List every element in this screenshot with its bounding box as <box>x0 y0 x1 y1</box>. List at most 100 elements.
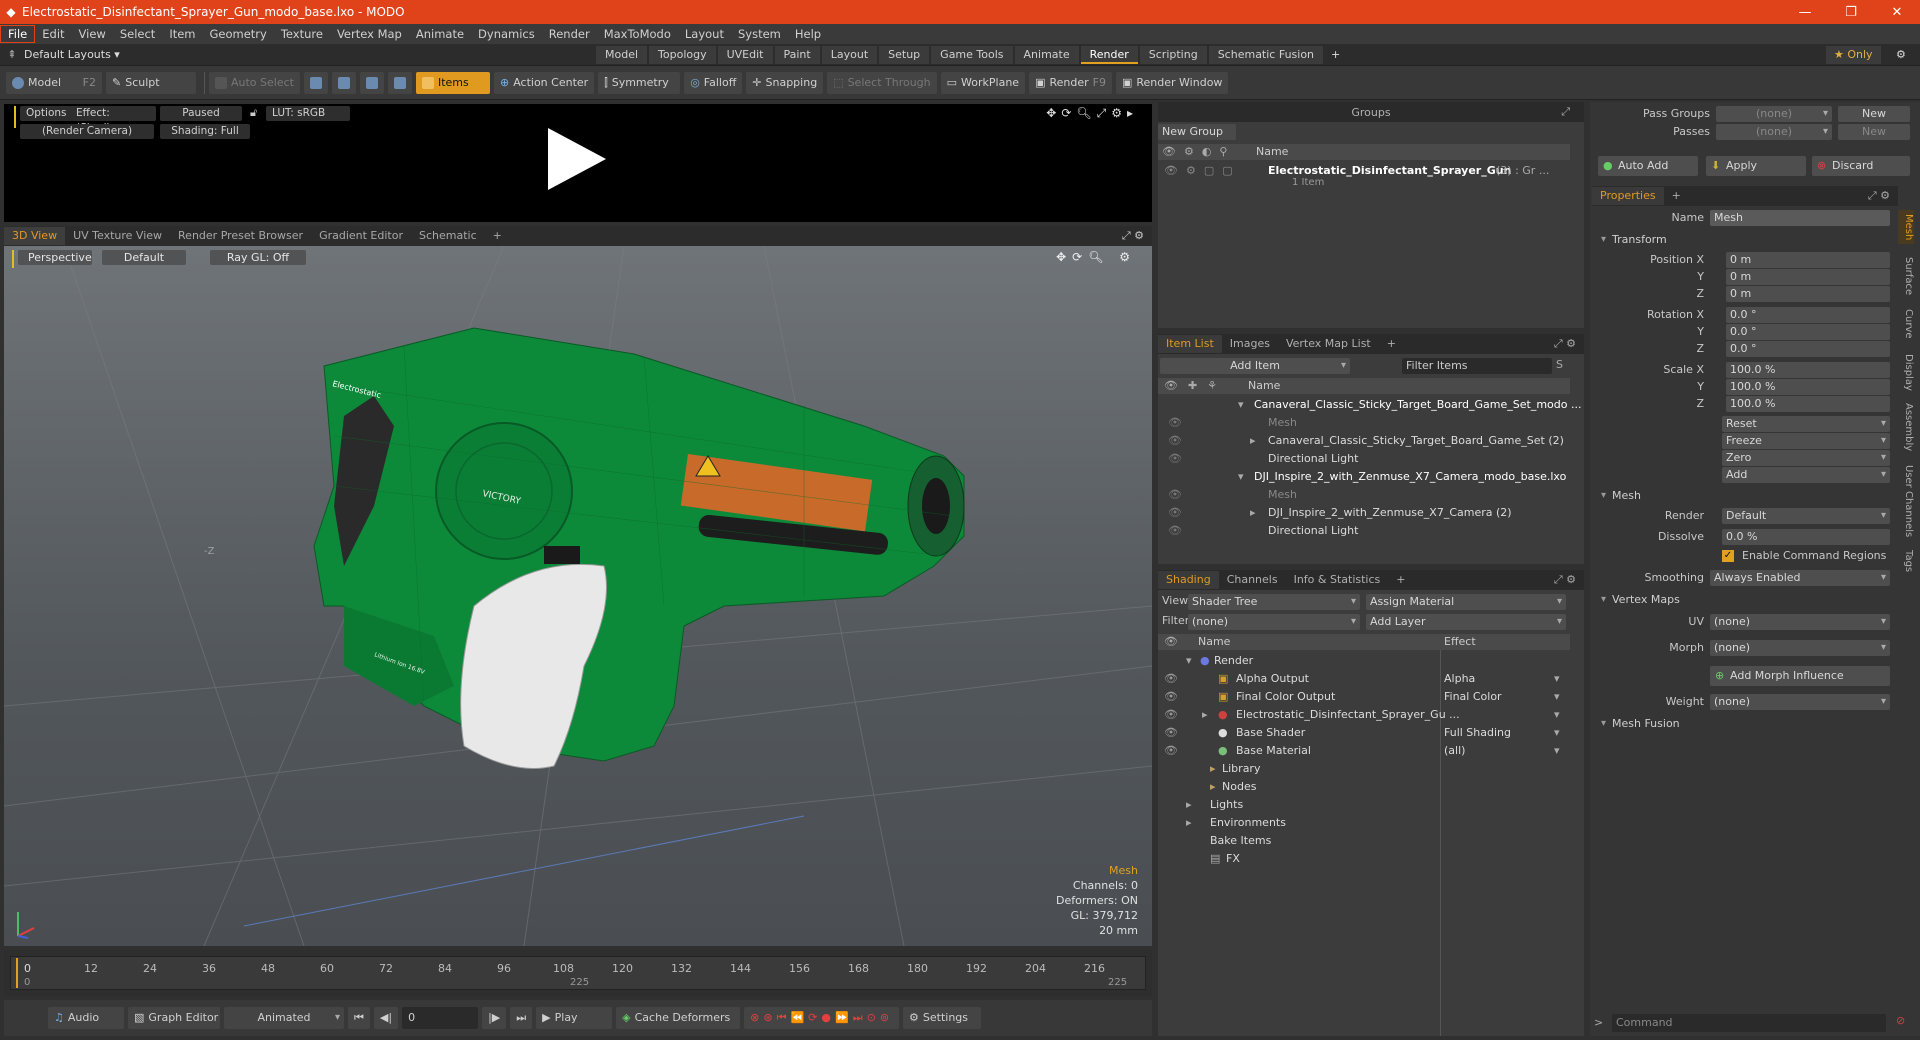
eye-icon[interactable]: 👁︎ <box>1168 486 1182 504</box>
step-back-button[interactable]: ◀| <box>373 1007 399 1029</box>
tab-game-tools[interactable]: Game Tools <box>931 45 1013 64</box>
layout-settings-gear-icon[interactable]: ⚙ <box>1896 48 1906 61</box>
go-to-end-button[interactable]: ⏭ <box>510 1007 533 1029</box>
shader-row[interactable]: 👁︎ ● Base Shader Full Shading ▾ <box>1158 724 1570 742</box>
morph-dropdown[interactable]: (none) <box>1710 640 1890 656</box>
action-center-button[interactable]: ⊕ Action Center <box>493 71 595 94</box>
eye-icon[interactable]: 👁︎ <box>1168 504 1182 522</box>
auto-select-button[interactable]: Auto Select <box>209 71 300 94</box>
effect-dropdown-icon[interactable]: ▾ <box>1554 724 1560 742</box>
menu-item[interactable]: Item <box>162 25 202 43</box>
items-mode-button[interactable]: Items <box>415 71 490 94</box>
render-dropdown[interactable]: Default <box>1722 508 1890 524</box>
side-tab-curve[interactable]: Curve <box>1898 306 1914 342</box>
shader-effect[interactable]: (all) <box>1444 742 1465 760</box>
polygons-mode-button[interactable] <box>359 71 384 94</box>
expand-icon[interactable]: ▾ <box>1238 468 1244 486</box>
tab-properties[interactable]: Properties <box>1592 187 1664 205</box>
close-button[interactable]: ✕ <box>1874 5 1920 20</box>
render-window-button[interactable]: ▣ Render Window <box>1115 71 1229 94</box>
eye-icon[interactable]: 👁︎ <box>1168 432 1182 450</box>
shading-expand-icon[interactable]: ⤢ ⚙ <box>1554 573 1576 587</box>
filter-items-input[interactable]: Filter Items <box>1402 358 1552 374</box>
assign-material-dropdown[interactable]: Assign Material <box>1366 594 1566 610</box>
menu-layout[interactable]: Layout <box>678 25 731 43</box>
tab-schematic-fusion[interactable]: Schematic Fusion <box>1208 45 1324 64</box>
group-row[interactable]: 👁︎⚙▢▢ Electrostatic_Disinfectant_Sprayer… <box>1158 162 1570 192</box>
add-itemlist-tab-button[interactable]: + <box>1379 335 1404 353</box>
eye-icon[interactable]: 👁︎ <box>1164 742 1178 760</box>
select-through-button[interactable]: ⬚ Select Through <box>827 71 937 94</box>
tab-3d-view[interactable]: 3D View <box>4 227 66 245</box>
shader-row[interactable]: ▤ FX <box>1158 850 1570 868</box>
menu-vertex-map[interactable]: Vertex Map <box>330 25 409 43</box>
smoothing-dropdown[interactable]: Always Enabled <box>1710 570 1890 586</box>
name-field[interactable]: Mesh <box>1710 210 1890 226</box>
shader-row[interactable]: ▾ ● Render <box>1158 652 1570 670</box>
auto-add-button[interactable]: ● Auto Add <box>1598 156 1698 176</box>
materials-mode-button[interactable] <box>387 71 412 94</box>
add-shading-tab-button[interactable]: + <box>1388 571 1413 589</box>
minimize-button[interactable]: — <box>1782 5 1828 20</box>
expand-icon[interactable]: ▸ <box>1186 796 1192 814</box>
side-tab-mesh[interactable]: Mesh <box>1898 210 1914 244</box>
shader-effect[interactable]: Alpha <box>1444 670 1475 688</box>
shader-effect[interactable]: Full Shading <box>1444 724 1511 742</box>
tab-model[interactable]: Model <box>596 45 648 64</box>
playhead[interactable] <box>16 958 18 988</box>
filter-dropdown[interactable]: (none) <box>1188 614 1360 630</box>
frame-field[interactable]: 0 <box>402 1007 479 1029</box>
list-item[interactable]: 👁︎ Mesh <box>1158 486 1570 504</box>
tab-uvedit[interactable]: UVEdit <box>717 45 773 64</box>
edges-mode-button[interactable] <box>331 71 356 94</box>
rotation-z-field[interactable]: 0.0 ° <box>1726 341 1890 357</box>
shader-row[interactable]: Bake Items <box>1158 832 1570 850</box>
render-button[interactable]: ▣ Render F9 <box>1029 71 1112 94</box>
properties-expand-icon[interactable]: ⤢ ⚙ <box>1868 189 1890 203</box>
menu-system[interactable]: System <box>731 25 788 43</box>
list-item[interactable]: ▾ DJI_Inspire_2_with_Zenmuse_X7_Camera_mo… <box>1158 468 1570 486</box>
workplane-button[interactable]: ▭ WorkPlane <box>940 71 1026 94</box>
snapping-button[interactable]: ✛ Snapping <box>746 71 824 94</box>
discard-button[interactable]: ⊗ Discard <box>1812 156 1910 176</box>
viewport-expand-icon[interactable]: ⤢ ⚙ <box>1122 229 1144 243</box>
pass-groups-new-button[interactable]: New <box>1838 106 1910 122</box>
list-item[interactable]: 👁︎ Directional Light <box>1158 450 1570 468</box>
3d-viewport[interactable]: Perspective Default Ray GL: Off ✥⟳🔍︎ ⚙ -… <box>4 246 1152 946</box>
tab-topology[interactable]: Topology <box>649 45 716 64</box>
new-group-button[interactable]: New Group <box>1158 124 1236 140</box>
lut-dropdown[interactable]: LUT: sRGB <box>266 106 350 121</box>
menu-file[interactable]: File <box>0 25 36 43</box>
menu-dynamics[interactable]: Dynamics <box>471 25 542 43</box>
eye-icon[interactable]: 👁︎ <box>1168 414 1182 432</box>
sculpt-button[interactable]: ✎ Sculpt <box>106 71 196 94</box>
shader-effect[interactable]: Final Color <box>1444 688 1502 706</box>
menu-geometry[interactable]: Geometry <box>203 25 274 43</box>
eye-icon[interactable]: 👁︎ <box>1164 688 1178 706</box>
side-tab-display[interactable]: Display <box>1898 350 1914 394</box>
list-item[interactable]: ▾ Canaveral_Classic_Sticky_Target_Board_G… <box>1158 396 1581 414</box>
animated-dropdown[interactable]: Animated <box>224 1007 344 1029</box>
expand-icon[interactable]: ▸ <box>1250 432 1256 450</box>
passes-new-button[interactable]: New <box>1838 124 1910 140</box>
layout-collapse-icon[interactable]: ⇞ <box>0 48 24 61</box>
render-options-button[interactable]: Options <box>20 106 73 121</box>
render-effect-dropdown[interactable]: Effect: (Shadi... <box>70 106 156 134</box>
mesh-fusion-section[interactable]: Mesh Fusion <box>1600 716 1680 732</box>
key-tools-group[interactable]: ⊗⊛⏮⏪⟳●⏩⏭⊙⊚ <box>744 1007 900 1029</box>
apply-button[interactable]: ⬇ Apply <box>1706 156 1806 176</box>
uv-dropdown[interactable]: (none) <box>1710 614 1890 630</box>
tab-animate[interactable]: Animate <box>1014 45 1079 64</box>
falloff-button[interactable]: ◎ Falloff <box>684 71 743 94</box>
render-camera-dropdown[interactable]: (Render Camera) <box>20 124 154 139</box>
shader-row[interactable]: 👁︎ ▣ Final Color Output Final Color ▾ <box>1158 688 1570 706</box>
expand-icon[interactable]: ▸ <box>1250 504 1256 522</box>
enable-command-regions-checkbox[interactable]: ✓ <box>1722 550 1734 562</box>
effect-dropdown-icon[interactable]: ▾ <box>1554 706 1560 724</box>
tab-shading[interactable]: Shading <box>1158 571 1219 589</box>
tab-info-statistics[interactable]: Info & Statistics <box>1286 571 1389 589</box>
command-stop-icon[interactable]: ⊘ <box>1896 1014 1905 1027</box>
itemlist-expand-icon[interactable]: ⤢ ⚙ <box>1554 337 1576 351</box>
vertices-mode-button[interactable] <box>303 71 328 94</box>
position-y-field[interactable]: 0 m <box>1726 269 1890 285</box>
